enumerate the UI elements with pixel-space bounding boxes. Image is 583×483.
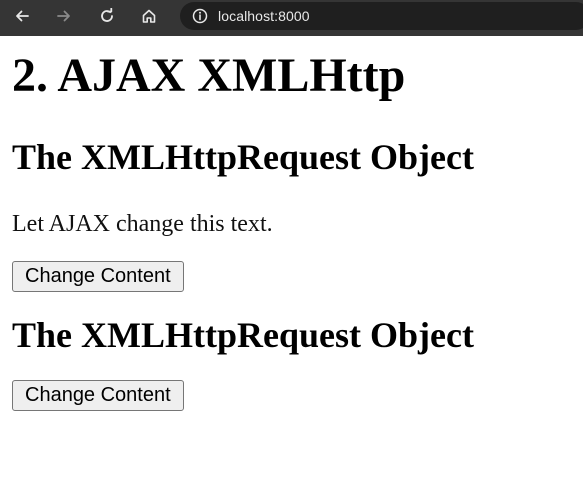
change-content-button[interactable]: Change Content <box>12 261 184 292</box>
section-heading: The XMLHttpRequest Object <box>12 315 474 355</box>
back-arrow-icon <box>14 8 30 24</box>
section-heading: The XMLHttpRequest Object <box>12 137 474 177</box>
forward-arrow-icon <box>56 8 72 24</box>
home-icon <box>141 8 157 24</box>
reload-button[interactable] <box>95 4 119 28</box>
url-text: localhost:8000 <box>218 8 310 24</box>
reload-icon <box>99 8 115 24</box>
back-button[interactable] <box>10 4 34 28</box>
forward-button[interactable] <box>52 4 76 28</box>
page-title: 2. AJAX XMLHttp <box>12 49 406 102</box>
info-icon[interactable] <box>192 8 208 24</box>
page-content: 2. AJAX XMLHttp The XMLHttpRequest Objec… <box>0 48 583 411</box>
address-bar[interactable]: localhost:8000 <box>180 2 583 30</box>
browser-toolbar: localhost:8000 <box>0 0 583 36</box>
demo-text: Let AJAX change this text. <box>12 211 273 237</box>
change-content-button[interactable]: Change Content <box>12 380 184 411</box>
home-button[interactable] <box>137 4 161 28</box>
